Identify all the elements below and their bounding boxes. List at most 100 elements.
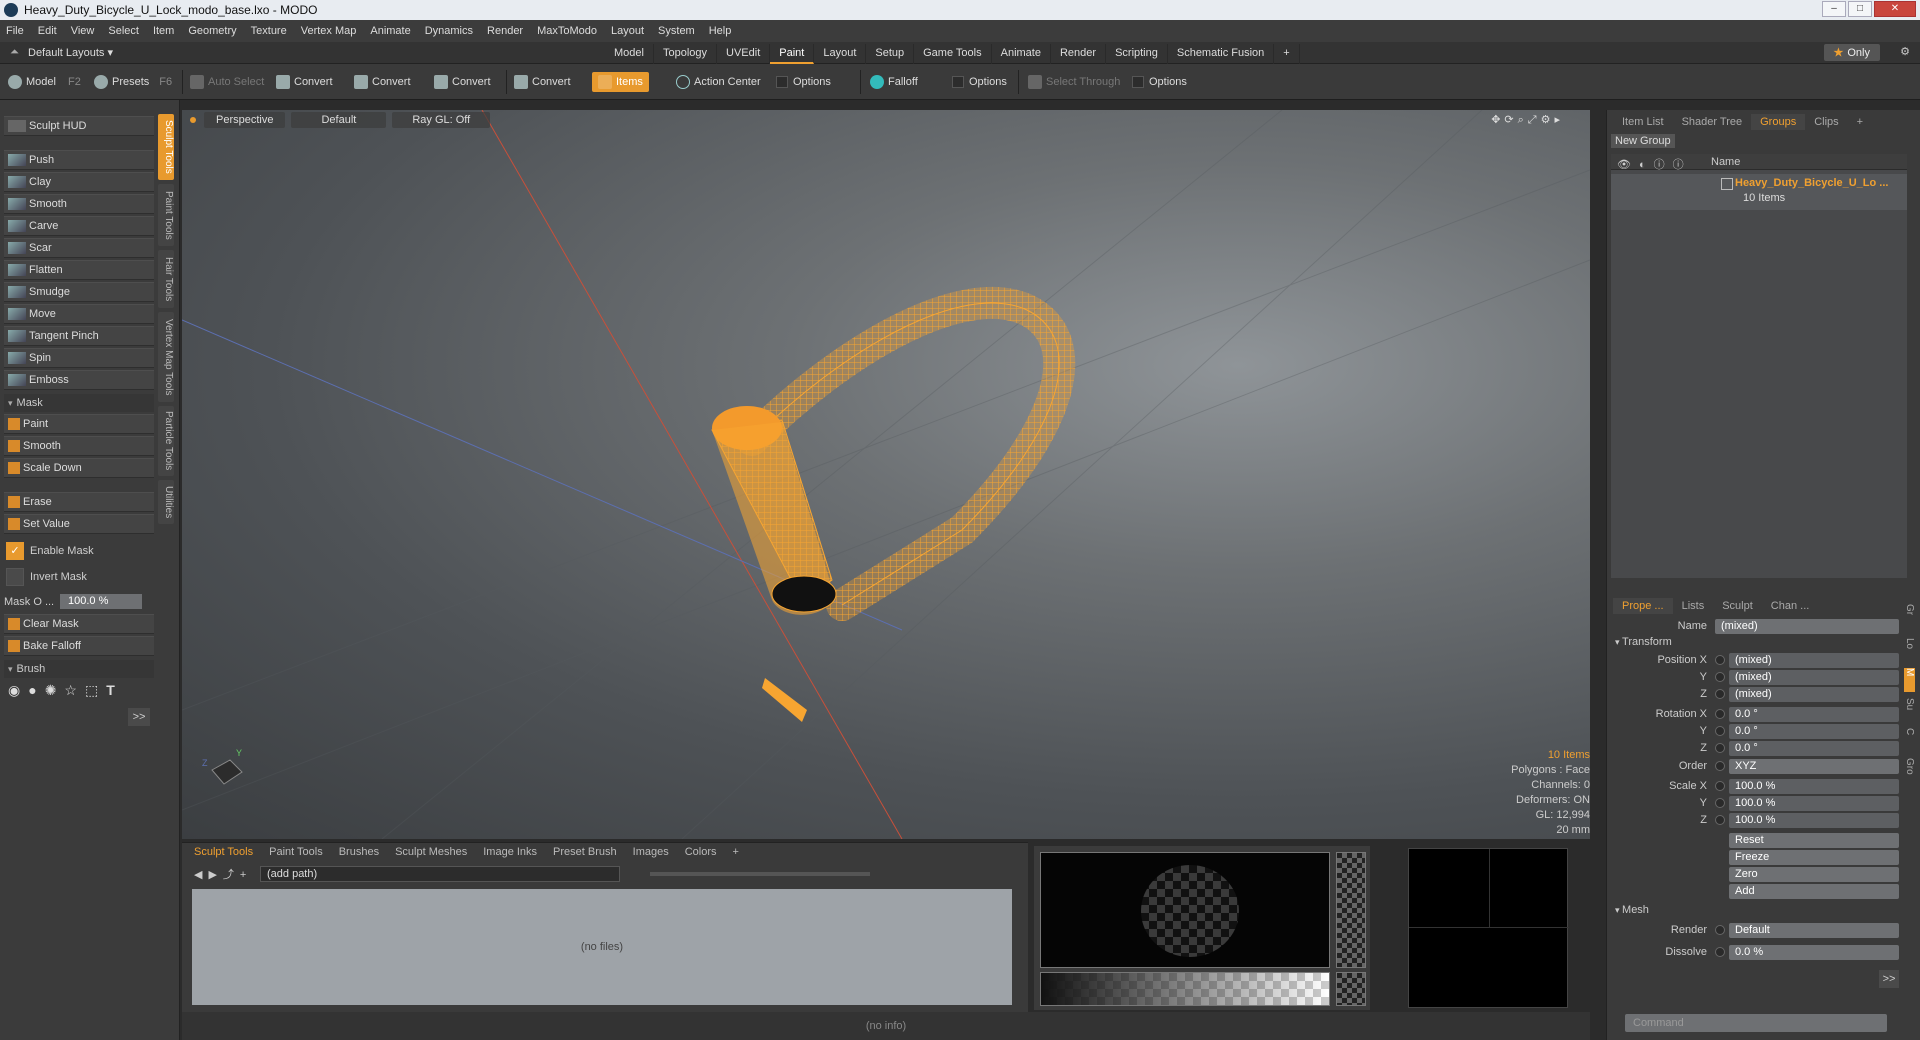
tab-clips[interactable]: Clips [1805,114,1847,130]
tab-sculpt-tools[interactable]: Sculpt Tools [194,846,253,858]
vtab-m[interactable]: M [1904,668,1915,692]
options-button-2[interactable]: Options [952,72,1007,92]
tool-smooth[interactable]: Smooth [4,194,154,214]
vtab-hair-tools[interactable]: Hair Tools [158,250,174,308]
tab-game-tools[interactable]: Game Tools [914,44,992,64]
tab-paint[interactable]: Paint [770,44,815,64]
menu-item[interactable]: Item [153,25,174,37]
vtab-c[interactable]: C [1904,728,1915,752]
tab-colors[interactable]: Colors [685,846,717,858]
tab-item-list[interactable]: Item List [1613,114,1673,130]
raygl-toggle[interactable]: Ray GL: Off [392,112,491,128]
presets-button[interactable]: Presets F6 [94,72,172,92]
group-row[interactable]: Heavy_Duty_Bicycle_U_Lo ... 10 Items [1611,174,1907,210]
path-dropdown[interactable]: (add path) [260,866,620,882]
thumbnail-size-slider[interactable] [650,872,870,876]
vtab-utilities[interactable]: Utilities [158,480,174,524]
mask-paint[interactable]: Paint [4,414,154,434]
tool-tangent-pinch[interactable]: Tangent Pinch [4,326,154,346]
menu-system[interactable]: System [658,25,695,37]
tab-schematic-fusion[interactable]: Schematic Fusion [1168,44,1275,64]
menu-dynamics[interactable]: Dynamics [425,25,473,37]
round-brush-icon[interactable]: ● [28,682,36,699]
browser-nav-icons[interactable]: ◀▶⤴+ [194,866,252,882]
tool-flatten[interactable]: Flatten [4,260,154,280]
vtab-su[interactable]: Su [1904,698,1915,722]
menu-vertex-map[interactable]: Vertex Map [301,25,357,37]
options-button-3[interactable]: Options [1132,72,1187,92]
clear-mask-button[interactable]: Clear Mask [4,614,154,634]
tab-groups[interactable]: Groups [1751,114,1806,130]
command-input[interactable]: Command [1625,1014,1887,1032]
menu-animate[interactable]: Animate [370,25,410,37]
only-toggle[interactable]: ★ Only [1823,44,1880,61]
mask-erase[interactable]: Erase [4,492,154,512]
tool-spin[interactable]: Spin [4,348,154,368]
add-tab-icon[interactable]: + [1274,44,1300,64]
more-properties-button[interactable]: >> [1879,970,1899,988]
invert-mask-checkbox[interactable]: Invert Mask [6,568,87,586]
tool-smudge[interactable]: Smudge [4,282,154,302]
menu-help[interactable]: Help [709,25,732,37]
menu-select[interactable]: Select [108,25,139,37]
options-button-1[interactable]: Options [776,72,831,92]
tab-render[interactable]: Render [1051,44,1107,64]
file-list-area[interactable]: (no files) [192,889,1012,1005]
vtab-group[interactable]: Gr [1904,604,1915,632]
gear-icon[interactable]: ⚙ [1900,45,1910,58]
convert-button-4[interactable]: Convert [514,72,571,92]
tab-preset-brush[interactable]: Preset Brush [553,846,617,858]
tab-shader-tree[interactable]: Shader Tree [1673,114,1752,130]
menu-file[interactable]: File [6,25,24,37]
vtab-particle-tools[interactable]: Particle Tools [158,406,174,476]
bake-falloff-button[interactable]: Bake Falloff [4,636,154,656]
swatch-square[interactable] [1336,972,1366,1006]
tab-animate[interactable]: Animate [992,44,1051,64]
brush-section-header[interactable]: Brush [4,660,154,678]
mask-section-header[interactable]: Mask [4,394,154,412]
tab-lists[interactable]: Lists [1673,598,1714,614]
convert-button-1[interactable]: Convert [276,72,333,92]
convert-button-2[interactable]: Convert [354,72,411,92]
model-button[interactable]: Model F2 [8,72,81,92]
tool-move[interactable]: Move [4,304,154,324]
tab-properties[interactable]: Prope ... [1613,598,1673,614]
menu-render[interactable]: Render [487,25,523,37]
tab-layout[interactable]: Layout [814,44,867,64]
auto-select-button[interactable]: Auto Select [190,72,264,92]
tab-sculpt[interactable]: Sculpt [1713,598,1762,614]
tab-scripting[interactable]: Scripting [1106,44,1168,64]
vtab-lo[interactable]: Lo [1904,638,1915,662]
menu-texture[interactable]: Texture [251,25,287,37]
tab-brushes[interactable]: Brushes [339,846,379,858]
tool-clay[interactable]: Clay [4,172,154,192]
tab-sculpt-meshes[interactable]: Sculpt Meshes [395,846,467,858]
vtab-vertex-map-tools[interactable]: Vertex Map Tools [158,312,174,402]
viewport-nav-icons[interactable]: ✥⟳⌕⤢⚙▸ [1491,113,1564,127]
procedural-brush-icon[interactable]: ⬚ [85,682,98,699]
tab-paint-tools[interactable]: Paint Tools [269,846,323,858]
mask-set-value[interactable]: Set Value [4,514,154,534]
select-through-button[interactable]: Select Through [1028,72,1120,92]
vtab-paint-tools[interactable]: Paint Tools [158,184,174,246]
menu-maxtomodo[interactable]: MaxToModo [537,25,597,37]
mask-opacity-field[interactable]: Mask O ... 100.0 % [4,594,154,609]
sculpt-hud-button[interactable]: Sculpt HUD [4,116,154,136]
tool-scar[interactable]: Scar [4,238,154,258]
mask-smooth[interactable]: Smooth [4,436,154,456]
layout-up-icon[interactable]: ⏶ [10,46,19,59]
tool-emboss[interactable]: Emboss [4,370,154,390]
opacity-strip[interactable] [1336,852,1366,968]
menu-geometry[interactable]: Geometry [188,25,236,37]
default-layouts-dropdown[interactable]: Default Layouts ▾ [28,46,113,59]
tab-image-inks[interactable]: Image Inks [483,846,537,858]
vtab-group2[interactable]: Gro [1904,758,1915,786]
tab-model[interactable]: Model [605,44,654,64]
minimize-button[interactable]: – [1822,1,1846,17]
items-button[interactable]: Items [592,72,649,92]
tab-setup[interactable]: Setup [866,44,915,64]
add-tab-icon[interactable]: + [1848,114,1872,130]
mask-scale-down[interactable]: Scale Down [4,458,154,478]
tab-uvedit[interactable]: UVEdit [717,44,771,64]
gradient-strip[interactable] [1040,972,1330,1006]
